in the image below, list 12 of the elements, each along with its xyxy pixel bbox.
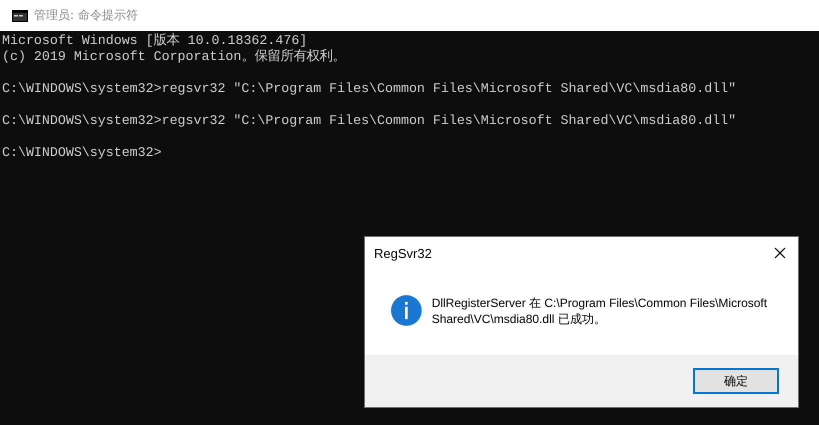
dialog-title: RegSvr32 <box>374 246 432 260</box>
console-icon <box>12 10 28 22</box>
console-line: C:\WINDOWS\system32>regsvr32 ″C:\Program Files\Common Files\Microsoft Shared\VC\msdia80.dll″ <box>2 113 738 129</box>
console-line: C:\WINDOWS\system32> <box>2 145 163 161</box>
dialog-message: DllRegisterServer 在 C:\Program Files\Common Files\Microsoft Shared\VC\msdia80.dll 已成功。 <box>432 295 768 327</box>
window-title: 管理员: 命令提示符 <box>34 7 138 24</box>
ok-button[interactable]: 确定 <box>693 368 779 394</box>
console-line: C:\WINDOWS\system32>regsvr32 ″C:\Program Files\Common Files\Microsoft Shared\VC\msdia80.dll″ <box>2 81 738 97</box>
info-icon <box>391 295 422 326</box>
console-line: (c) 2019 Microsoft Corporation。保留所有权利。 <box>2 49 346 65</box>
close-icon <box>774 247 786 259</box>
console-line: Microsoft Windows [版本 10.0.18362.476] <box>2 33 308 49</box>
